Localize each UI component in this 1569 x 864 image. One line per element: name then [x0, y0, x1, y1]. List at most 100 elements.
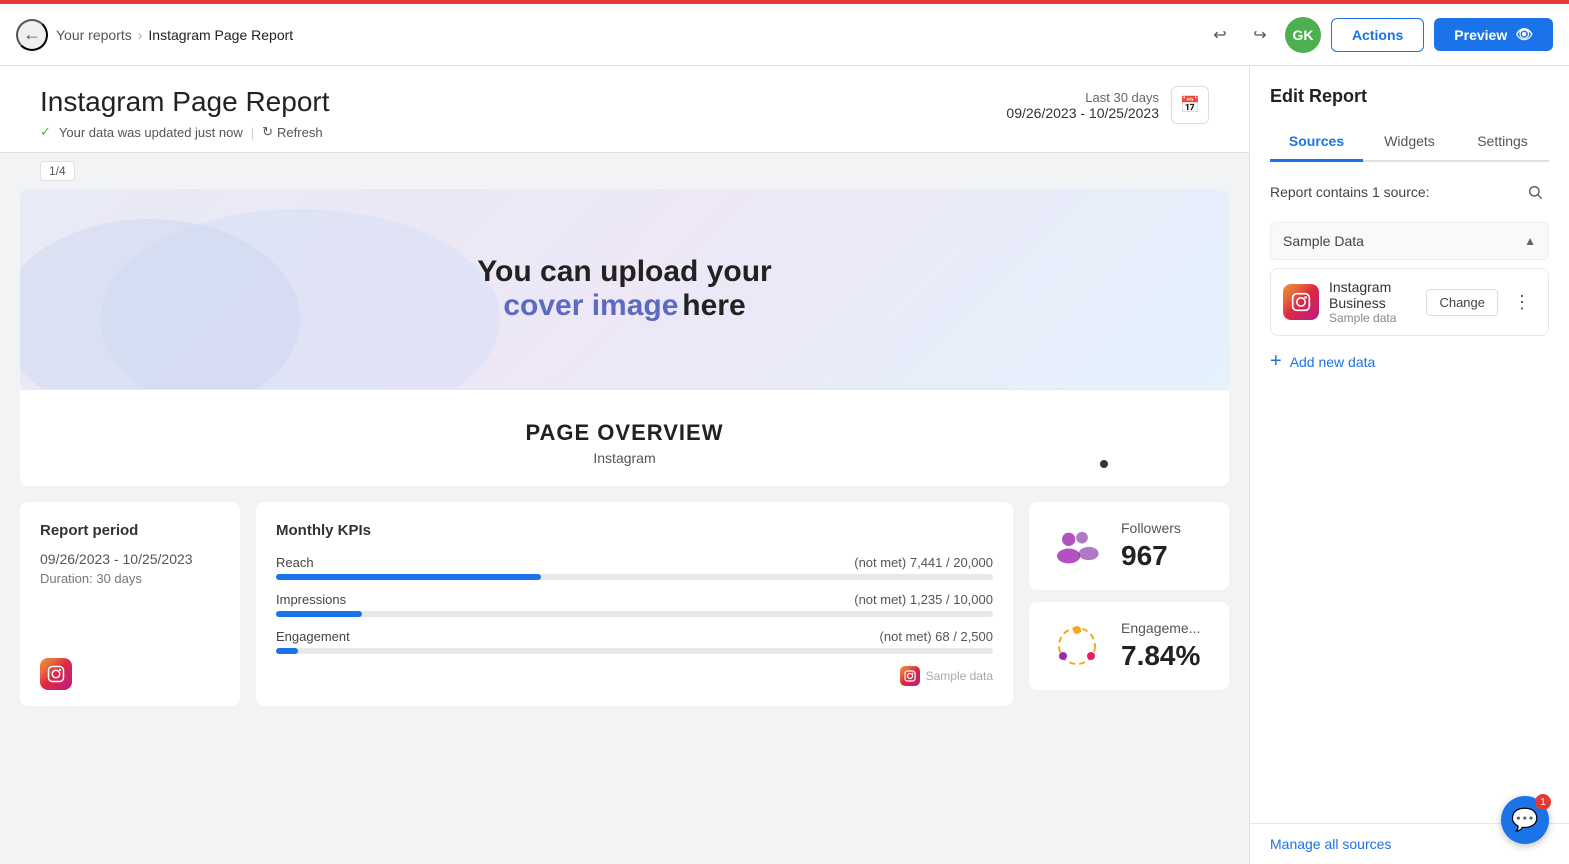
period-duration: Duration: 30 days	[40, 571, 220, 586]
source-instagram-icon	[1283, 284, 1319, 320]
kpi-reach-bar-fill	[276, 574, 541, 580]
actions-button[interactable]: Actions	[1331, 18, 1424, 52]
cover-line1: You can upload your	[477, 255, 771, 288]
refresh-icon: ↻	[262, 124, 273, 140]
page-indicator: 1/4	[40, 161, 75, 181]
kpi-reach-bar-bg	[276, 574, 993, 580]
right-panel-body: Report contains 1 source: Sample Data ▲	[1250, 162, 1569, 823]
change-source-button[interactable]: Change	[1426, 289, 1498, 316]
engagement-info: Engageme... 7.84%	[1121, 620, 1200, 672]
manage-sources-button[interactable]: Manage all sources	[1270, 836, 1391, 852]
updated-text: Your data was updated just now	[59, 125, 243, 140]
period-card-title: Report period	[40, 522, 220, 539]
avatar[interactable]: GK	[1285, 17, 1321, 53]
preview-label: Preview	[1454, 27, 1507, 43]
breadcrumb-parent-link[interactable]: Your reports	[56, 27, 132, 43]
kpi-impressions-value: (not met) 1,235 / 10,000	[854, 592, 993, 607]
preview-icon: 👁	[1515, 26, 1533, 43]
followers-card: Followers 967	[1029, 502, 1229, 590]
chat-button[interactable]: 💬 1	[1501, 796, 1549, 844]
kpi-reach-value: (not met) 7,441 / 20,000	[854, 555, 993, 570]
cover-link-text[interactable]: cover image	[503, 289, 678, 322]
page-overview-section: PAGE OVERVIEW Instagram	[20, 389, 1229, 486]
kpi-engagement-name: Engagement	[276, 629, 350, 644]
accordion-arrow-icon: ▲	[1524, 234, 1536, 248]
preview-button[interactable]: Preview 👁	[1434, 18, 1553, 51]
engagement-card: Engageme... 7.84%	[1029, 602, 1229, 690]
right-panel: Edit Report Sources Widgets Settings Rep…	[1249, 66, 1569, 864]
source-name: Instagram Business	[1329, 279, 1416, 311]
page-overview-title: PAGE OVERVIEW	[40, 420, 1209, 446]
accordion-label: Sample Data	[1283, 233, 1364, 249]
followers-label: Followers	[1121, 520, 1181, 536]
tab-sources[interactable]: Sources	[1270, 123, 1363, 162]
main-layout: Instagram Page Report ✓ Your data was up…	[0, 66, 1569, 864]
sample-data-accordion[interactable]: Sample Data ▲	[1270, 222, 1549, 260]
kpi-engagement-bar-bg	[276, 648, 993, 654]
report-title: Instagram Page Report	[40, 86, 330, 118]
kpi-item-reach: Reach (not met) 7,441 / 20,000	[276, 555, 993, 580]
followers-icon	[1049, 518, 1105, 574]
kpi-item-engagement: Engagement (not met) 68 / 2,500	[276, 629, 993, 654]
calendar-button[interactable]: 📅	[1171, 86, 1209, 124]
kpi-card-title: Monthly KPIs	[276, 522, 993, 539]
add-data-label: Add new data	[1290, 354, 1376, 370]
followers-value: 967	[1121, 540, 1181, 572]
kpi-card-footer: Sample data	[276, 666, 993, 686]
search-sources-button[interactable]	[1521, 178, 1549, 206]
topbar: ← Your reports › Instagram Page Report ↩…	[0, 4, 1569, 66]
date-label: Last 30 days	[1006, 90, 1159, 105]
instagram-icon-circle	[40, 658, 72, 690]
breadcrumb: Your reports › Instagram Page Report	[56, 27, 293, 43]
topbar-left: ← Your reports › Instagram Page Report	[16, 19, 1205, 51]
kpi-reach-name: Reach	[276, 555, 314, 570]
engagement-label: Engageme...	[1121, 620, 1200, 636]
engagement-icon	[1049, 618, 1105, 674]
date-range-section: Last 30 days 09/26/2023 - 10/25/2023 📅	[1006, 86, 1209, 124]
kpi-engagement-bar-fill	[276, 648, 298, 654]
report-title-section: Instagram Page Report ✓ Your data was up…	[40, 86, 330, 140]
kpi-impressions-bar-fill	[276, 611, 362, 617]
instagram-icon-bottom	[40, 658, 72, 690]
cards-row: Report period 09/26/2023 - 10/25/2023 Du…	[20, 502, 1229, 706]
page-indicator-row: 1/4	[0, 153, 1249, 181]
period-dates: 09/26/2023 - 10/25/2023	[40, 551, 220, 567]
panel-tabs: Sources Widgets Settings	[1270, 123, 1549, 162]
sources-count: Report contains 1 source:	[1270, 178, 1549, 206]
tab-settings[interactable]: Settings	[1456, 123, 1549, 162]
source-more-button[interactable]: ⋮	[1508, 288, 1536, 316]
refresh-label: Refresh	[277, 125, 323, 140]
redo-button[interactable]: ↪	[1245, 20, 1275, 50]
refresh-link[interactable]: ↻ Refresh	[262, 124, 322, 140]
back-button[interactable]: ←	[16, 19, 48, 51]
add-new-data-button[interactable]: + Add new data	[1270, 344, 1375, 379]
kpi-engagement-value: (not met) 68 / 2,500	[880, 629, 993, 644]
undo-button[interactable]: ↩	[1205, 20, 1235, 50]
chat-badge: 1	[1535, 794, 1551, 810]
date-range-text: Last 30 days 09/26/2023 - 10/25/2023	[1006, 90, 1159, 121]
kpi-item-impressions: Impressions (not met) 1,235 / 10,000	[276, 592, 993, 617]
cover-text: You can upload your cover image here	[477, 255, 771, 323]
source-item: Instagram Business Sample data Change ⋮	[1270, 268, 1549, 336]
right-panel-header: Edit Report Sources Widgets Settings	[1250, 66, 1569, 162]
breadcrumb-current: Instagram Page Report	[148, 27, 293, 43]
tab-widgets[interactable]: Widgets	[1363, 123, 1456, 162]
metric-cards-column: Followers 967	[1029, 502, 1229, 706]
check-icon: ✓	[40, 124, 51, 140]
followers-info: Followers 967	[1121, 520, 1181, 572]
engagement-value: 7.84%	[1121, 640, 1200, 672]
edit-report-title: Edit Report	[1270, 86, 1549, 107]
page-overview-subtitle: Instagram	[40, 450, 1209, 466]
chat-icon: 💬	[1511, 807, 1538, 833]
sample-data-label: Sample data	[926, 669, 993, 683]
pipe-separator: |	[251, 125, 254, 140]
content-area: Instagram Page Report ✓ Your data was up…	[0, 66, 1249, 864]
kpi-card: Monthly KPIs Reach (not met) 7,441 / 20,…	[256, 502, 1013, 706]
sources-count-label: Report contains 1 source:	[1270, 184, 1430, 200]
kpi-ig-icon	[900, 666, 920, 686]
cover-section[interactable]: You can upload your cover image here	[20, 189, 1229, 389]
report-subtitle: ✓ Your data was updated just now | ↻ Ref…	[40, 124, 330, 140]
cover-line2: here	[682, 289, 745, 322]
period-card: Report period 09/26/2023 - 10/25/2023 Du…	[20, 502, 240, 706]
kpi-impressions-bar-bg	[276, 611, 993, 617]
